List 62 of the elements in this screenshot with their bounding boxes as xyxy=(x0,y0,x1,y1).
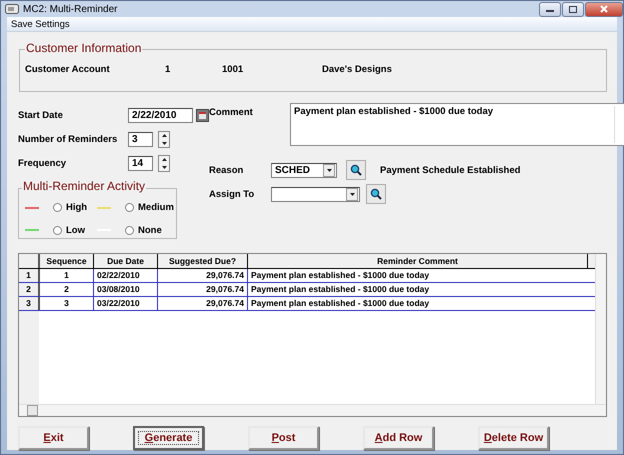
radio-label: Medium xyxy=(138,202,174,214)
radio-button[interactable] xyxy=(53,203,62,212)
search-button[interactable] xyxy=(366,184,386,204)
action-button[interactable]: Exit xyxy=(18,426,89,450)
field-label: Start Date xyxy=(18,110,64,121)
scrollbar-thumb[interactable] xyxy=(27,405,38,416)
menu-item[interactable]: Save Settings xyxy=(11,18,70,30)
field-label: Reason xyxy=(209,164,244,176)
number-field[interactable]: 3 xyxy=(128,132,153,147)
field-value: 1001 xyxy=(222,64,244,78)
radio-label: Low xyxy=(66,224,85,236)
action-button[interactable]: Delete Row xyxy=(478,426,549,450)
field-label: Number of Reminders xyxy=(18,134,118,145)
down-arrow-icon xyxy=(350,192,354,196)
date-field[interactable]: 2/22/2010 xyxy=(128,108,193,123)
reason-description: Payment Schedule Established xyxy=(380,164,520,176)
magnifier-icon xyxy=(350,164,362,176)
field-value: Dave's Designs xyxy=(322,64,392,78)
calendar-icon[interactable] xyxy=(196,108,209,122)
field-label: Comment xyxy=(209,107,254,118)
down-arrow-icon xyxy=(162,166,166,169)
up-arrow-icon xyxy=(162,158,166,162)
column-header: Sequence xyxy=(40,254,94,268)
spin-buttons[interactable] xyxy=(158,130,170,148)
minimize-button[interactable] xyxy=(539,2,561,16)
table-cell: 02/22/2010 xyxy=(94,269,158,282)
maximize-icon xyxy=(569,6,577,12)
field-label: Frequency xyxy=(18,158,68,169)
table-cell: 03/08/2010 xyxy=(94,283,158,296)
action-button[interactable]: Generate xyxy=(133,426,204,450)
spin-buttons[interactable] xyxy=(158,154,170,172)
column-header: Suggested Due? xyxy=(158,254,248,268)
vertical-scrollbar[interactable] xyxy=(595,254,606,404)
number-field[interactable]: 14 xyxy=(128,156,153,171)
group-title: Multi-Reminder Activity xyxy=(22,179,146,194)
action-button[interactable]: Add Row xyxy=(363,426,434,450)
down-arrow-icon xyxy=(326,168,332,172)
radio-button[interactable] xyxy=(125,203,134,212)
group-title: Customer Information xyxy=(25,41,142,56)
action-button[interactable]: Post xyxy=(248,426,319,450)
window-title: MC2: Multi-Reminder xyxy=(23,4,118,14)
field-label: Customer Account xyxy=(25,64,111,78)
maximize-button[interactable] xyxy=(562,2,584,16)
table-cell: 03/22/2010 xyxy=(94,297,158,310)
radio-button[interactable] xyxy=(53,226,62,235)
reason-dropdown[interactable]: SCHED xyxy=(271,162,337,178)
assign-dropdown[interactable] xyxy=(271,186,360,202)
column-header: Reminder Comment xyxy=(248,254,588,268)
down-arrow-icon xyxy=(162,142,166,145)
search-button[interactable] xyxy=(346,160,366,180)
field-value: 1 xyxy=(165,64,172,78)
radio-label: None xyxy=(138,224,162,236)
window-icon xyxy=(5,4,19,14)
comment-field[interactable]: Payment plan established - $1000 due today xyxy=(290,103,624,146)
close-button[interactable] xyxy=(585,2,623,16)
up-arrow-icon xyxy=(162,134,166,138)
magnifier-icon xyxy=(370,188,382,200)
radio-button[interactable] xyxy=(125,226,134,235)
field-label: Assign To xyxy=(209,188,256,200)
radio-label: High xyxy=(66,202,88,214)
column-header: Due Date xyxy=(94,254,158,268)
close-icon xyxy=(600,5,608,13)
